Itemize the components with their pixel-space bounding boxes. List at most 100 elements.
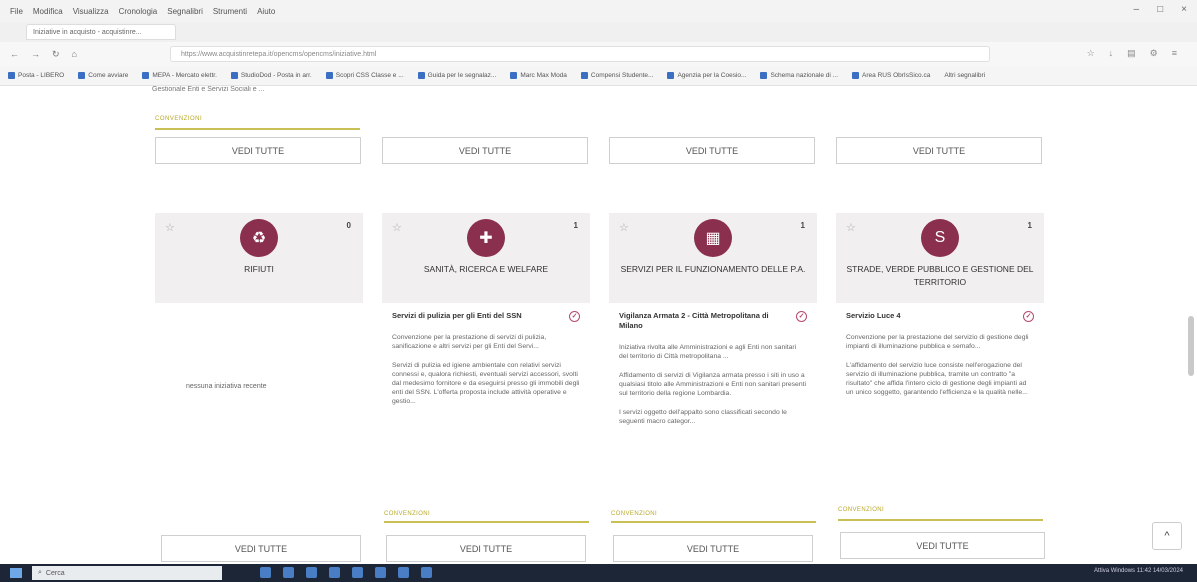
menu-modifica[interactable]: Modifica: [33, 7, 63, 16]
menu-segnalibri[interactable]: Segnalibri: [167, 7, 203, 16]
initiative-description: Affidamento di servizi di Vigilanza arma…: [619, 372, 807, 397]
taskbar: ⌕ Cerca Attiva Windows 11:42 14/03/2024: [0, 564, 1197, 582]
category-card-servizi-pa: ☆ 1 ▦ SERVIZI PER IL FUNZIONAMENTO DELLE…: [609, 213, 817, 444]
bookmark-item[interactable]: Guida per le segnalaz...: [417, 71, 496, 79]
initiative-count: 1: [573, 221, 578, 230]
menu-visualizza[interactable]: Visualizza: [73, 7, 109, 16]
initiative-description: L'affidamento del servizio luce consiste…: [846, 362, 1028, 396]
tab-bar: Iniziative in acquisto - acquistinre...: [0, 22, 1197, 42]
bookmark-item[interactable]: Schema nazionale di ...: [760, 71, 838, 79]
cut-text: Gestionale Enti e Servizi Sociali e ...: [152, 86, 265, 93]
taskbar-app-icon[interactable]: [352, 567, 363, 578]
back-icon[interactable]: ←: [10, 49, 19, 59]
vedi-tutte-button[interactable]: VEDI TUTTE: [386, 535, 586, 562]
windows-start-icon[interactable]: [10, 568, 22, 578]
taskbar-search[interactable]: ⌕ Cerca: [32, 566, 222, 580]
minimize-icon[interactable]: –: [1134, 4, 1140, 15]
url-bar[interactable]: https://www.acquistinretepa.it/opencms/o…: [170, 46, 990, 62]
taskbar-app-icon[interactable]: [398, 567, 409, 578]
scroll-to-top-button[interactable]: ^: [1152, 522, 1182, 550]
taskbar-app-icon[interactable]: [375, 567, 386, 578]
initiative-count: 0: [346, 221, 351, 230]
favorite-star-icon[interactable]: ☆: [392, 221, 402, 234]
toolbar-icons: ☆ ↓ ▤ ⚙ ≡: [1087, 48, 1177, 59]
card-body: Servizi di pulizia per gli Enti del SSN …: [382, 303, 590, 424]
road-icon: S: [921, 219, 959, 257]
library-icon[interactable]: ▤: [1127, 48, 1136, 59]
vedi-tutte-button[interactable]: VEDI TUTTE: [840, 532, 1045, 559]
vedi-tutte-button[interactable]: VEDI TUTTE: [613, 535, 813, 562]
download-icon[interactable]: ↓: [1109, 48, 1114, 59]
category-badge: CONVENZIONI: [838, 507, 885, 513]
bookmark-item[interactable]: Area RUS ObrIsSico.ca: [852, 71, 930, 79]
badge-underline: [155, 128, 360, 130]
bookmark-item[interactable]: MEPA - Mercato elettr.: [142, 71, 217, 79]
bookmark-item[interactable]: Agenzia per la Coesio...: [667, 71, 746, 79]
browser-tab[interactable]: Iniziative in acquisto - acquistinre...: [26, 24, 176, 40]
vedi-tutte-button[interactable]: VEDI TUTTE: [155, 137, 361, 164]
initiative-description: Servizi di pulizia ed igiene ambientale …: [392, 362, 580, 405]
bookmark-star-icon[interactable]: ☆: [1087, 48, 1095, 59]
card-title: STRADE, VERDE PUBBLICO E GESTIONE DEL TE…: [846, 264, 1034, 287]
bookmark-item[interactable]: Marc Max Moda: [510, 71, 567, 79]
system-tray: Attiva Windows 11:42 14/03/2024: [1094, 568, 1183, 574]
card-title: SERVIZI PER IL FUNZIONAMENTO DELLE P.A.: [620, 264, 806, 274]
taskbar-app-icon[interactable]: [283, 567, 294, 578]
menu-file[interactable]: File: [10, 7, 23, 16]
initiative-count: 1: [1027, 221, 1032, 230]
vedi-tutte-button[interactable]: VEDI TUTTE: [836, 137, 1042, 164]
bookmark-item[interactable]: StudioDod - Posta in arr.: [230, 71, 312, 79]
initiative-link[interactable]: Servizio Luce 4 ✓: [846, 311, 1034, 322]
health-icon: ✚: [467, 219, 505, 257]
extensions-icon[interactable]: ⚙: [1150, 48, 1158, 59]
menu-cronologia[interactable]: Cronologia: [119, 7, 158, 16]
taskbar-app-icon[interactable]: [421, 567, 432, 578]
initiative-summary: Iniziativa rivolta alle Amministrazioni …: [619, 344, 797, 360]
scrollbar-thumb[interactable]: [1188, 316, 1194, 376]
menu-aiuto[interactable]: Aiuto: [257, 7, 275, 16]
bin-icon: ♻: [240, 219, 278, 257]
bookmark-item[interactable]: Come avviare: [78, 71, 128, 79]
card-header: ☆ 1 ✚ SANITÀ, RICERCA E WELFARE: [382, 213, 590, 303]
bookmark-item[interactable]: Posta - LIBERO: [8, 71, 64, 79]
empty-message: nessuna iniziativa recente: [186, 383, 267, 390]
initiative-summary: Convenzione per la prestazione del servi…: [846, 334, 1029, 350]
initiative-summary: Convenzione per la prestazione di serviz…: [392, 334, 547, 350]
menu-icon[interactable]: ≡: [1172, 48, 1177, 59]
bookmark-other[interactable]: Altri segnalibri: [944, 72, 985, 79]
category-card-sanita: ☆ 1 ✚ SANITÀ, RICERCA E WELFARE Servizi …: [382, 213, 590, 424]
taskbar-app-icon[interactable]: [260, 567, 271, 578]
badge-underline: [611, 521, 816, 523]
initiative-link[interactable]: Vigilanza Armata 2 - Città Metropolitana…: [619, 311, 807, 331]
card-body: Servizio Luce 4 ✓ Convenzione per la pre…: [836, 303, 1044, 415]
reload-icon[interactable]: ↻: [52, 49, 60, 60]
taskbar-apps: [260, 567, 432, 578]
category-card-rifiuti: ☆ 0 ♻ RIFIUTI: [155, 213, 363, 303]
window-controls: – □ ×: [1134, 4, 1187, 15]
badge-underline: [384, 521, 589, 523]
taskbar-app-icon[interactable]: [329, 567, 340, 578]
category-badge: CONVENZIONI: [384, 511, 431, 517]
taskbar-app-icon[interactable]: [306, 567, 317, 578]
bookmark-item[interactable]: Scopri CSS Classe e ...: [325, 71, 404, 79]
vedi-tutte-button[interactable]: VEDI TUTTE: [609, 137, 815, 164]
initiative-description-extra: I servizi oggetto dell'appalto sono clas…: [619, 409, 787, 425]
favorite-star-icon[interactable]: ☆: [846, 221, 856, 234]
close-icon[interactable]: ×: [1181, 4, 1187, 15]
home-icon[interactable]: ⌂: [72, 49, 77, 59]
menu-strumenti[interactable]: Strumenti: [213, 7, 247, 16]
check-icon: ✓: [796, 311, 807, 322]
menu-bar: File Modifica Visualizza Cronologia Segn…: [0, 0, 1197, 22]
bookmark-item[interactable]: Compensi Studente...: [580, 71, 653, 79]
favorite-star-icon[interactable]: ☆: [619, 221, 629, 234]
vedi-tutte-button[interactable]: VEDI TUTTE: [161, 535, 361, 562]
initiative-link[interactable]: Servizi di pulizia per gli Enti del SSN …: [392, 311, 580, 322]
forward-icon[interactable]: →: [31, 49, 40, 59]
favorite-star-icon[interactable]: ☆: [165, 221, 175, 234]
card-title: RIFIUTI: [244, 264, 274, 274]
office-icon: ▦: [694, 219, 732, 257]
check-icon: ✓: [1023, 311, 1034, 322]
category-card-strade: ☆ 1 S STRADE, VERDE PUBBLICO E GESTIONE …: [836, 213, 1044, 415]
maximize-icon[interactable]: □: [1157, 4, 1163, 15]
vedi-tutte-button[interactable]: VEDI TUTTE: [382, 137, 588, 164]
